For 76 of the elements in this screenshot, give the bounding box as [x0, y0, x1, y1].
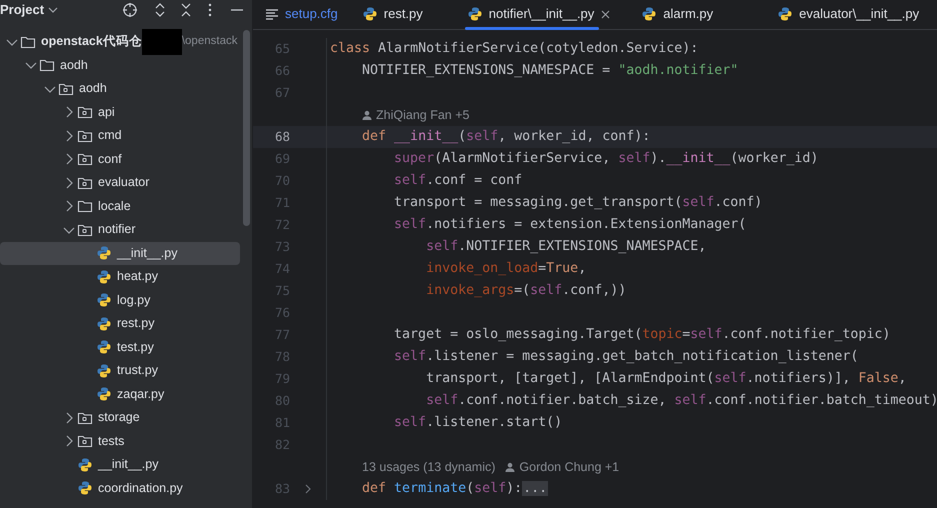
person-icon: [505, 462, 516, 472]
tree-item[interactable]: rest.py: [0, 312, 252, 336]
tree-item[interactable]: trust.py: [0, 359, 252, 382]
project-path: \openstack: [182, 34, 238, 50]
python-file-icon: [362, 6, 378, 22]
python-file-icon: [77, 480, 93, 496]
code-line: self.notifiers = extension.ExtensionManager(: [393, 216, 746, 234]
python-file-icon: [641, 6, 658, 22]
usages-hint[interactable]: 13 usages (13 dynamic): [362, 458, 496, 476]
chevron-down-icon: [48, 7, 58, 13]
python-file-icon: [96, 362, 112, 379]
editor-tab[interactable]: setup.cfg: [253, 0, 350, 29]
code-line: super(AlarmNotifierService, self).__init__(worker_id): [393, 150, 818, 168]
scrollbar-thumb[interactable]: [243, 30, 250, 226]
tree-item[interactable]: __init__.py: [0, 453, 252, 476]
code-line: self.listener = messaging.get_batch_notification_listener(: [393, 348, 858, 366]
python-file-icon: [96, 268, 112, 285]
code-line: def terminate(self):...: [361, 480, 548, 498]
code-line: def __init__(self, worker_id, conf):: [361, 128, 650, 146]
collapse-all-icon[interactable]: [180, 2, 192, 18]
project-view-dropdown[interactable]: Project: [0, 0, 58, 20]
package-folder-icon: [77, 433, 93, 450]
folder-icon: [39, 57, 55, 74]
editor-tab[interactable]: alarm.py: [629, 0, 726, 29]
code-line: target = oslo_messaging.Target(topic=self.conf.notifier_topic): [393, 326, 890, 344]
crosshair-icon[interactable]: [122, 2, 138, 18]
tree-item[interactable]: tests: [0, 430, 252, 453]
person-icon: [362, 110, 372, 120]
python-file-icon: [96, 292, 112, 308]
tree-item[interactable]: openstack代码仓 \openstack: [0, 30, 252, 54]
editor-tab[interactable]: evaluator\__init__.py: [765, 0, 932, 29]
tree-item[interactable]: __init__.py: [0, 242, 240, 265]
line-number: 68: [274, 128, 290, 146]
expand-all-icon[interactable]: [154, 2, 166, 18]
close-icon: [600, 8, 612, 20]
code-line: self.listener.start(): [393, 414, 562, 432]
tree-item[interactable]: notifier: [0, 218, 252, 242]
tree-item[interactable]: aodh: [0, 77, 252, 100]
python-file-icon: [96, 316, 112, 332]
code-line: invoke_on_load=True,: [425, 260, 586, 278]
tree-item[interactable]: cmd: [0, 124, 252, 148]
text-file-icon: [265, 7, 279, 21]
code-line: self.NOTIFIER_EXTENSIONS_NAMESPACE,: [425, 238, 706, 256]
editor-tab[interactable]: rest.py: [350, 0, 435, 29]
code-line: transport = messaging.get_transport(self.conf): [393, 194, 762, 212]
python-file-icon: [96, 386, 112, 402]
fold-expand-icon[interactable]: [303, 484, 313, 494]
folder-icon: [77, 198, 93, 214]
code-line: self.conf.notifier.batch_size, self.conf.notifier.batch_timeout): [425, 392, 937, 410]
code-line: transport, [target], [AlarmEndpoint(self.notifiers)], False,: [425, 370, 906, 388]
python-file-icon: [77, 456, 93, 473]
python-file-icon: [466, 6, 483, 22]
tree-item[interactable]: evaluator: [0, 171, 252, 194]
tree-item[interactable]: api: [0, 100, 252, 124]
author-hint[interactable]: Gordon Chung +1: [519, 458, 620, 476]
code-line: self.conf = conf: [393, 172, 522, 190]
tree-item[interactable]: coordination.py: [0, 476, 252, 500]
package-folder-icon: [77, 151, 93, 168]
tree-item[interactable]: test.py: [0, 336, 252, 359]
tree-item[interactable]: zaqar.py: [0, 382, 252, 406]
tree-item[interactable]: locale: [0, 194, 252, 218]
tree-item[interactable]: conf: [0, 148, 252, 171]
tree-item[interactable]: aodh: [0, 54, 252, 77]
tree-item[interactable]: storage: [0, 406, 252, 430]
python-file-icon: [777, 6, 794, 22]
python-file-icon: [96, 245, 112, 262]
tree-item[interactable]: log.py: [0, 288, 252, 312]
code-line: invoke_args=(self.conf,)): [425, 282, 626, 300]
author-hint[interactable]: ZhiQiang Fan +5: [376, 106, 470, 124]
tree-item[interactable]: heat.py: [0, 265, 252, 288]
editor-tab[interactable]: notifier\__init__.py: [454, 0, 620, 29]
python-file-icon: [96, 339, 112, 356]
code-line: NOTIFIER_EXTENSIONS_NAMESPACE = "aodh.notifier": [361, 62, 738, 80]
more-options-icon[interactable]: [208, 2, 212, 18]
code-line: class AlarmNotifierService(cotyledon.Service):: [329, 40, 698, 58]
package-folder-icon: [77, 104, 93, 120]
